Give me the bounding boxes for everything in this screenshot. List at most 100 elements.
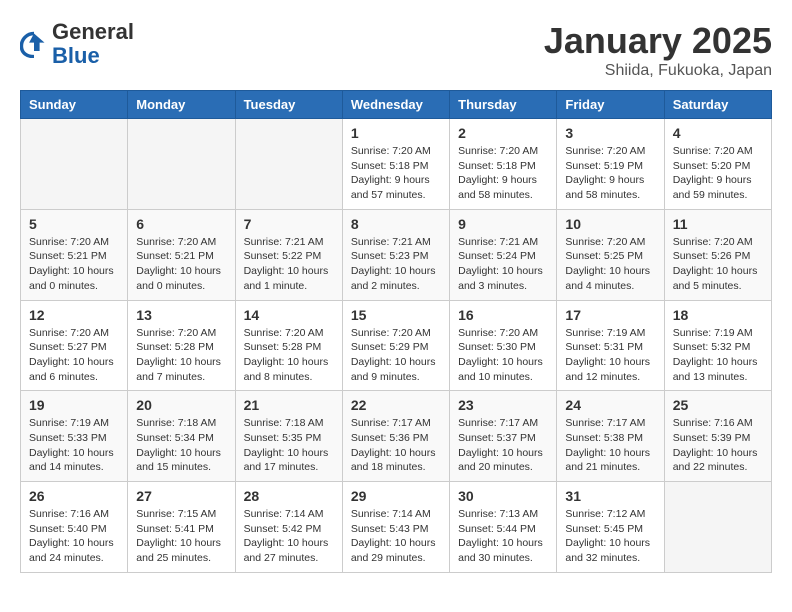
- day-number: 3: [565, 125, 655, 141]
- calendar-body: 1 Sunrise: 7:20 AM Sunset: 5:18 PM Daylig…: [21, 119, 772, 573]
- day-number: 1: [351, 125, 441, 141]
- weekday-row: SundayMondayTuesdayWednesdayThursdayFrid…: [21, 91, 772, 119]
- page-header: General Blue January 2025 Shiida, Fukuok…: [20, 20, 772, 80]
- day-info: Sunrise: 7:19 AM Sunset: 5:32 PM Dayligh…: [673, 326, 763, 385]
- calendar-cell: 16Sunrise: 7:20 AM Sunset: 5:30 PM Dayli…: [450, 300, 557, 391]
- location: Shiida, Fukuoka, Japan: [544, 62, 772, 80]
- month-title: January 2025: [544, 20, 772, 62]
- day-info: Sunrise: 7:20 AM Sunset: 5:30 PM Dayligh…: [458, 326, 548, 385]
- day-number: 7: [244, 216, 334, 232]
- calendar-header: SundayMondayTuesdayWednesdayThursdayFrid…: [21, 91, 772, 119]
- calendar-week-row: 19 Sunrise: 7:19 AM Sunset: 5:33 PM Dayli…: [21, 391, 772, 482]
- day-info: Sunrise: 7:21 AM Sunset: 5:22 PM Dayligh…: [244, 235, 334, 294]
- calendar-cell: [21, 119, 128, 210]
- calendar-week-row: 1 Sunrise: 7:20 AM Sunset: 5:18 PM Daylig…: [21, 119, 772, 210]
- calendar-cell: [235, 119, 342, 210]
- day-number: 22: [351, 397, 441, 413]
- day-info: Sunrise: 7:20 AM Sunset: 5:26 PM Dayligh…: [673, 235, 763, 294]
- calendar-week-row: 26Sunrise: 7:16 AM Sunset: 5:40 PM Dayli…: [21, 482, 772, 573]
- calendar-cell: 7 Sunrise: 7:21 AM Sunset: 5:22 PM Daylig…: [235, 209, 342, 300]
- calendar-cell: [128, 119, 235, 210]
- day-info: Sunrise: 7:16 AM Sunset: 5:40 PM Dayligh…: [29, 507, 119, 566]
- logo-general-text: General: [52, 19, 134, 44]
- day-info: Sunrise: 7:19 AM Sunset: 5:31 PM Dayligh…: [565, 326, 655, 385]
- day-number: 28: [244, 488, 334, 504]
- weekday-header-sunday: Sunday: [21, 91, 128, 119]
- logo-icon: [20, 30, 48, 58]
- calendar-cell: 18 Sunrise: 7:19 AM Sunset: 5:32 PM Dayli…: [664, 300, 771, 391]
- calendar-cell: 9 Sunrise: 7:21 AM Sunset: 5:24 PM Daylig…: [450, 209, 557, 300]
- day-number: 29: [351, 488, 441, 504]
- day-number: 18: [673, 307, 763, 323]
- day-info: Sunrise: 7:21 AM Sunset: 5:24 PM Dayligh…: [458, 235, 548, 294]
- day-number: 30: [458, 488, 548, 504]
- weekday-header-friday: Friday: [557, 91, 664, 119]
- day-info: Sunrise: 7:20 AM Sunset: 5:25 PM Dayligh…: [565, 235, 655, 294]
- day-number: 21: [244, 397, 334, 413]
- calendar-cell: 28 Sunrise: 7:14 AM Sunset: 5:42 PM Dayli…: [235, 482, 342, 573]
- day-number: 15: [351, 307, 441, 323]
- day-info: Sunrise: 7:20 AM Sunset: 5:20 PM Dayligh…: [673, 144, 763, 203]
- weekday-header-tuesday: Tuesday: [235, 91, 342, 119]
- day-number: 5: [29, 216, 119, 232]
- calendar-cell: 6 Sunrise: 7:20 AM Sunset: 5:21 PM Daylig…: [128, 209, 235, 300]
- calendar-table: SundayMondayTuesdayWednesdayThursdayFrid…: [20, 90, 772, 573]
- day-info: Sunrise: 7:20 AM Sunset: 5:18 PM Dayligh…: [351, 144, 441, 203]
- title-block: January 2025 Shiida, Fukuoka, Japan: [544, 20, 772, 80]
- weekday-header-thursday: Thursday: [450, 91, 557, 119]
- day-info: Sunrise: 7:14 AM Sunset: 5:43 PM Dayligh…: [351, 507, 441, 566]
- calendar-cell: 12 Sunrise: 7:20 AM Sunset: 5:27 PM Dayli…: [21, 300, 128, 391]
- calendar-cell: 30 Sunrise: 7:13 AM Sunset: 5:44 PM Dayli…: [450, 482, 557, 573]
- calendar-cell: 23 Sunrise: 7:17 AM Sunset: 5:37 PM Dayli…: [450, 391, 557, 482]
- day-number: 9: [458, 216, 548, 232]
- day-info: Sunrise: 7:19 AM Sunset: 5:33 PM Dayligh…: [29, 416, 119, 475]
- calendar-cell: 2 Sunrise: 7:20 AM Sunset: 5:18 PM Daylig…: [450, 119, 557, 210]
- day-info: Sunrise: 7:20 AM Sunset: 5:27 PM Dayligh…: [29, 326, 119, 385]
- day-number: 24: [565, 397, 655, 413]
- day-number: 19: [29, 397, 119, 413]
- day-number: 10: [565, 216, 655, 232]
- day-number: 23: [458, 397, 548, 413]
- day-info: Sunrise: 7:20 AM Sunset: 5:21 PM Dayligh…: [136, 235, 226, 294]
- day-info: Sunrise: 7:15 AM Sunset: 5:41 PM Dayligh…: [136, 507, 226, 566]
- logo: General Blue: [20, 20, 134, 68]
- calendar-cell: 10 Sunrise: 7:20 AM Sunset: 5:25 PM Dayli…: [557, 209, 664, 300]
- calendar-cell: 4 Sunrise: 7:20 AM Sunset: 5:20 PM Daylig…: [664, 119, 771, 210]
- calendar-week-row: 5 Sunrise: 7:20 AM Sunset: 5:21 PM Daylig…: [21, 209, 772, 300]
- day-number: 6: [136, 216, 226, 232]
- day-number: 31: [565, 488, 655, 504]
- calendar-cell: 26Sunrise: 7:16 AM Sunset: 5:40 PM Dayli…: [21, 482, 128, 573]
- day-number: 4: [673, 125, 763, 141]
- day-number: 27: [136, 488, 226, 504]
- day-number: 11: [673, 216, 763, 232]
- day-info: Sunrise: 7:12 AM Sunset: 5:45 PM Dayligh…: [565, 507, 655, 566]
- day-info: Sunrise: 7:13 AM Sunset: 5:44 PM Dayligh…: [458, 507, 548, 566]
- calendar-cell: 29 Sunrise: 7:14 AM Sunset: 5:43 PM Dayli…: [342, 482, 449, 573]
- calendar-cell: 27 Sunrise: 7:15 AM Sunset: 5:41 PM Dayli…: [128, 482, 235, 573]
- day-info: Sunrise: 7:20 AM Sunset: 5:28 PM Dayligh…: [244, 326, 334, 385]
- calendar-cell: 22 Sunrise: 7:17 AM Sunset: 5:36 PM Dayli…: [342, 391, 449, 482]
- calendar-cell: 13Sunrise: 7:20 AM Sunset: 5:28 PM Dayli…: [128, 300, 235, 391]
- calendar-cell: 5Sunrise: 7:20 AM Sunset: 5:21 PM Daylig…: [21, 209, 128, 300]
- calendar-week-row: 12 Sunrise: 7:20 AM Sunset: 5:27 PM Dayli…: [21, 300, 772, 391]
- weekday-header-wednesday: Wednesday: [342, 91, 449, 119]
- day-info: Sunrise: 7:17 AM Sunset: 5:37 PM Dayligh…: [458, 416, 548, 475]
- day-number: 20: [136, 397, 226, 413]
- calendar-cell: 24Sunrise: 7:17 AM Sunset: 5:38 PM Dayli…: [557, 391, 664, 482]
- weekday-header-saturday: Saturday: [664, 91, 771, 119]
- day-number: 12: [29, 307, 119, 323]
- calendar-cell: 3Sunrise: 7:20 AM Sunset: 5:19 PM Daylig…: [557, 119, 664, 210]
- day-info: Sunrise: 7:21 AM Sunset: 5:23 PM Dayligh…: [351, 235, 441, 294]
- calendar-cell: 20Sunrise: 7:18 AM Sunset: 5:34 PM Dayli…: [128, 391, 235, 482]
- day-info: Sunrise: 7:18 AM Sunset: 5:35 PM Dayligh…: [244, 416, 334, 475]
- day-number: 14: [244, 307, 334, 323]
- day-number: 25: [673, 397, 763, 413]
- day-info: Sunrise: 7:20 AM Sunset: 5:29 PM Dayligh…: [351, 326, 441, 385]
- day-number: 2: [458, 125, 548, 141]
- day-number: 13: [136, 307, 226, 323]
- calendar-cell: 15 Sunrise: 7:20 AM Sunset: 5:29 PM Dayli…: [342, 300, 449, 391]
- calendar-cell: 25Sunrise: 7:16 AM Sunset: 5:39 PM Dayli…: [664, 391, 771, 482]
- day-info: Sunrise: 7:17 AM Sunset: 5:36 PM Dayligh…: [351, 416, 441, 475]
- day-info: Sunrise: 7:14 AM Sunset: 5:42 PM Dayligh…: [244, 507, 334, 566]
- day-info: Sunrise: 7:20 AM Sunset: 5:18 PM Dayligh…: [458, 144, 548, 203]
